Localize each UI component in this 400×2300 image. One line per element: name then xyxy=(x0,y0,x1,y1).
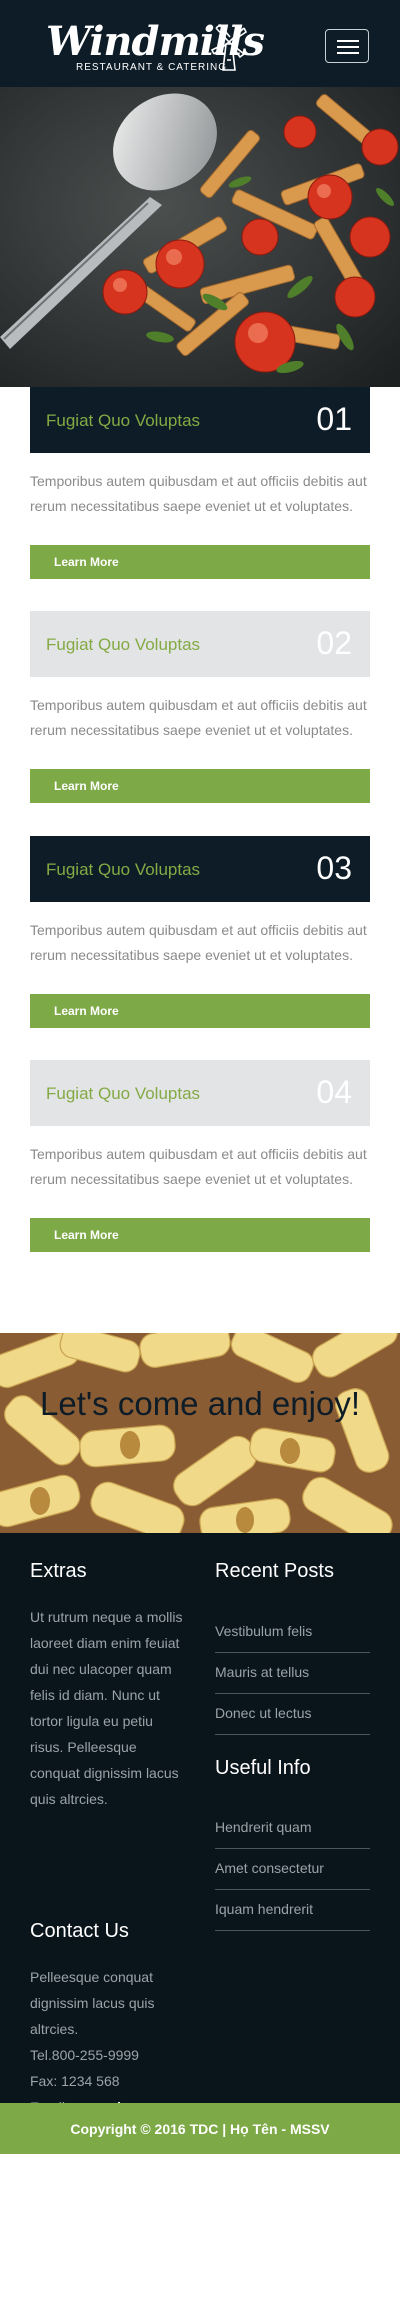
copyright-text: Copyright © 2016 TDC | Họ Tên - MSSV xyxy=(70,2121,330,2137)
feature-text: Temporibus autem quibusdam et aut offici… xyxy=(30,1146,367,1187)
hero-image xyxy=(0,87,400,387)
feature-title: Fugiat Quo Voluptas xyxy=(46,635,201,654)
learn-more-button[interactable]: Learn More xyxy=(30,1218,370,1252)
feature-text: Temporibus autem quibusdam et aut offici… xyxy=(30,922,367,963)
useful-info-link[interactable]: Hendrerit quam xyxy=(215,1808,370,1849)
learn-more-label: Learn More xyxy=(54,779,119,793)
recent-post-link[interactable]: Mauris at tellus xyxy=(215,1653,370,1694)
menu-toggle-button[interactable] xyxy=(325,29,369,63)
contact-heading: Contact Us xyxy=(30,1920,129,1942)
brand-tagline: RESTAURANT & CATERING xyxy=(76,62,228,73)
pasta-dish-illustration xyxy=(0,87,400,387)
feature-text: Temporibus autem quibusdam et aut offici… xyxy=(30,473,367,514)
feature-header: Fugiat Quo Voluptas 04 xyxy=(30,1060,370,1126)
feature-card-2: Fugiat Quo Voluptas 02 Temporibus autem … xyxy=(30,611,370,811)
feature-card-3: Fugiat Quo Voluptas 03 Temporibus autem … xyxy=(30,836,370,1036)
feature-header: Fugiat Quo Voluptas 02 xyxy=(30,611,370,677)
enjoy-banner: Let's come and enjoy! xyxy=(0,1333,400,1533)
learn-more-button[interactable]: Learn More xyxy=(30,994,370,1028)
feature-header: Fugiat Quo Voluptas 01 xyxy=(30,387,370,453)
learn-more-button[interactable]: Learn More xyxy=(30,545,370,579)
learn-more-label: Learn More xyxy=(54,1228,119,1242)
feature-title: Fugiat Quo Voluptas xyxy=(46,1084,201,1103)
windmill-icon xyxy=(210,23,248,71)
useful-info-link[interactable]: Amet consectetur xyxy=(215,1849,370,1890)
site-footer: Extras Ut rutrum neque a mollis laoreet … xyxy=(0,1533,400,2115)
learn-more-button[interactable]: Learn More xyxy=(30,769,370,803)
feature-header: Fugiat Quo Voluptas 03 xyxy=(30,836,370,902)
feature-number: 02 xyxy=(316,625,352,661)
feature-number: 04 xyxy=(316,1074,352,1110)
feature-text: Temporibus autem quibusdam et aut offici… xyxy=(30,697,367,738)
pasta-banner-image xyxy=(0,1333,400,1533)
learn-more-label: Learn More xyxy=(54,555,119,569)
banner-headline: Let's come and enjoy! xyxy=(40,1385,360,1422)
feature-title: Fugiat Quo Voluptas xyxy=(46,411,201,430)
extras-heading: Extras xyxy=(30,1560,87,1582)
useful-info-heading: Useful Info xyxy=(215,1757,311,1779)
feature-title: Fugiat Quo Voluptas xyxy=(46,860,201,879)
hamburger-icon xyxy=(337,40,359,42)
feature-number: 01 xyxy=(316,401,352,437)
recent-post-link[interactable]: Vestibulum felis xyxy=(215,1612,370,1653)
feature-number: 03 xyxy=(316,850,352,886)
contact-phone: Tel.800-255-9999 xyxy=(30,2047,139,2063)
learn-more-label: Learn More xyxy=(54,1004,119,1018)
contact-text: Pelleesque conquat dignissim lacus quis … xyxy=(30,1964,230,2120)
copyright-bar: Copyright © 2016 TDC | Họ Tên - MSSV xyxy=(0,2103,400,2154)
feature-card-4: Fugiat Quo Voluptas 04 Temporibus autem … xyxy=(30,1060,370,1260)
brand-logo[interactable]: Windmills RESTAURANT & CATERING xyxy=(46,18,265,78)
useful-info-link[interactable]: Iquam hendrerit xyxy=(215,1890,370,1931)
site-header: Windmills RESTAURANT & CATERING xyxy=(0,0,400,87)
contact-fax: Fax: 1234 568 xyxy=(30,2073,120,2089)
extras-text: Ut rutrum neque a mollis laoreet diam en… xyxy=(30,1609,183,1807)
feature-card-1: Fugiat Quo Voluptas 01 Temporibus autem … xyxy=(30,387,370,587)
recent-post-link[interactable]: Donec ut lectus xyxy=(215,1694,370,1735)
recent-posts-heading: Recent Posts xyxy=(215,1560,334,1582)
